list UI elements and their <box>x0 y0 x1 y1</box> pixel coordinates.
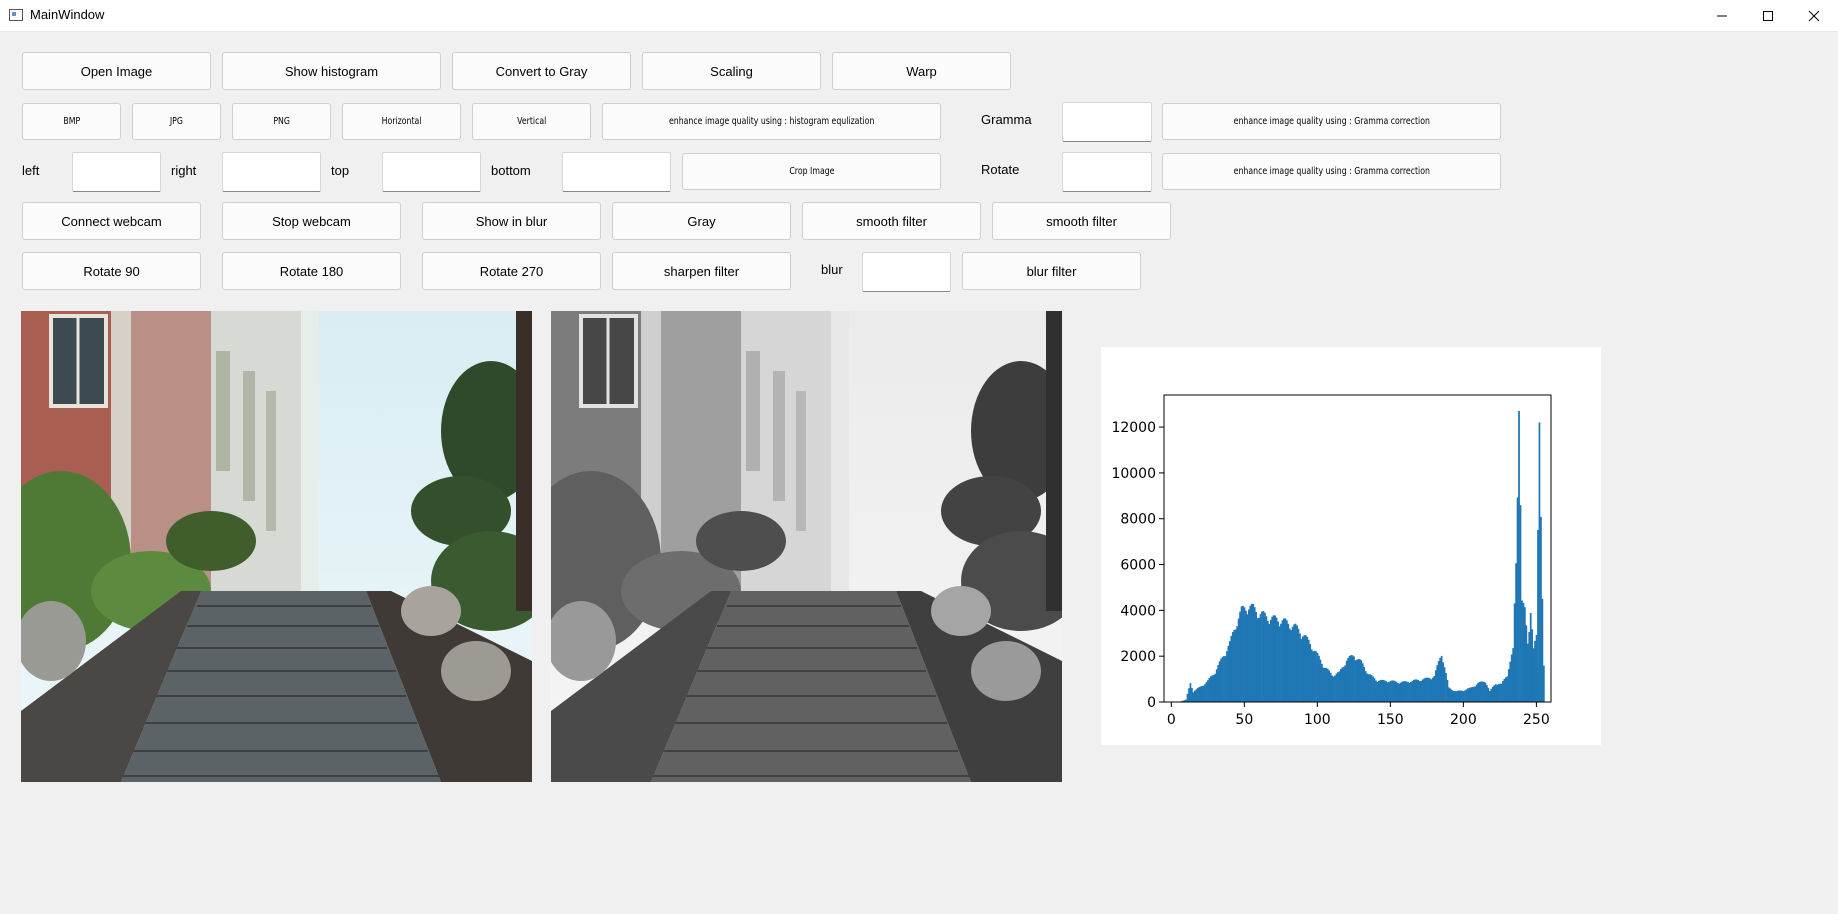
maximize-icon <box>1763 10 1773 21</box>
minimize-button[interactable] <box>1699 0 1745 31</box>
blur-label: blur <box>821 262 843 277</box>
jpg-label: JPG <box>169 116 184 127</box>
crop-bottom-input[interactable] <box>562 152 671 192</box>
gray-button[interactable]: Gray <box>612 202 791 240</box>
y-tick-label: 8000 <box>1120 512 1156 528</box>
open-image-button[interactable]: Open Image <box>22 52 211 90</box>
warp-button[interactable]: Warp <box>832 52 1011 90</box>
histogram-bar <box>1542 665 1545 702</box>
rotate-label: Rotate <box>981 162 1020 177</box>
y-tick-label: 6000 <box>1120 558 1156 574</box>
x-tick-label: 250 <box>1523 712 1550 728</box>
vertical-label: Vertical <box>516 116 547 127</box>
title-bar: MainWindow <box>0 0 1838 32</box>
x-tick-label: 0 <box>1167 712 1176 728</box>
maximize-button[interactable] <box>1745 0 1791 31</box>
y-tick-label: 2000 <box>1120 649 1156 665</box>
rotate-270-button[interactable]: Rotate 270 <box>422 252 601 290</box>
left-label: left <box>22 163 40 178</box>
blur-filter-button[interactable]: blur filter <box>962 252 1141 290</box>
x-tick-label: 50 <box>1235 712 1253 728</box>
convert-gray-button[interactable]: Convert to Gray <box>452 52 631 90</box>
save-bmp-button[interactable]: BMP <box>22 103 121 140</box>
sharpen-filter-button[interactable]: sharpen filter <box>612 252 791 290</box>
rotate-180-button[interactable]: Rotate 180 <box>222 252 401 290</box>
smooth-filter-button-2[interactable]: smooth filter <box>992 202 1171 240</box>
y-tick-label: 10000 <box>1111 466 1156 482</box>
show-blur-button[interactable]: Show in blur <box>422 202 601 240</box>
bmp-label: BMP <box>63 116 80 127</box>
processed-image <box>551 311 1062 782</box>
scaling-button[interactable]: Scaling <box>642 52 821 90</box>
app-icon <box>9 9 23 21</box>
gamma-correction-label: enhance image quality using : Gramma cor… <box>1233 116 1430 127</box>
x-tick-label: 150 <box>1377 712 1404 728</box>
save-png-button[interactable]: PNG <box>232 103 331 140</box>
gamma-input[interactable] <box>1062 102 1152 142</box>
stop-webcam-button[interactable]: Stop webcam <box>222 202 401 240</box>
histogram-chart: 0 2000 4000 6000 8000 10000 12000 0 50 100 150 200… <box>1101 347 1601 745</box>
histogram-equalization-button[interactable]: enhance image quality using : histogram … <box>602 103 941 140</box>
show-histogram-button[interactable]: Show histogram <box>222 52 441 90</box>
y-tick-label: 0 <box>1147 695 1156 711</box>
top-label: top <box>331 163 350 178</box>
x-tick-label: 100 <box>1304 712 1331 728</box>
rotate-input[interactable] <box>1062 152 1152 192</box>
crop-top-input[interactable] <box>382 152 481 192</box>
rotate-90-button[interactable]: Rotate 90 <box>22 252 201 290</box>
histogram-svg: 0 2000 4000 6000 8000 10000 12000 0 50 100 150 200… <box>1111 394 1552 728</box>
close-icon <box>1808 10 1820 21</box>
crop-image-label: Crop Image <box>788 166 835 177</box>
crop-left-input[interactable] <box>72 152 161 192</box>
right-label: right <box>171 163 197 178</box>
save-jpg-button[interactable]: JPG <box>132 103 221 140</box>
hist-eq-label: enhance image quality using : histogram … <box>668 116 875 127</box>
gamma-label: Gramma <box>981 112 1032 127</box>
minimize-icon <box>1717 15 1727 16</box>
window-title: MainWindow <box>30 7 105 22</box>
smooth-filter-button-1[interactable]: smooth filter <box>802 202 981 240</box>
blur-input[interactable] <box>862 252 951 292</box>
rotate-correction-label: enhance image quality using : Gramma cor… <box>1233 166 1430 177</box>
flip-vertical-button[interactable]: Vertical <box>472 103 591 140</box>
x-tick-label: 200 <box>1450 712 1477 728</box>
bottom-label: bottom <box>491 163 531 178</box>
png-label: PNG <box>273 116 290 127</box>
connect-webcam-button[interactable]: Connect webcam <box>22 202 201 240</box>
horizontal-label: Horizontal <box>381 116 422 127</box>
flip-horizontal-button[interactable]: Horizontal <box>342 103 461 140</box>
gamma-correction-button[interactable]: enhance image quality using : Gramma cor… <box>1162 103 1501 140</box>
crop-image-button[interactable]: Crop Image <box>682 153 941 190</box>
close-button[interactable] <box>1791 0 1837 31</box>
original-image <box>21 311 532 782</box>
rotate-correction-button[interactable]: enhance image quality using : Gramma cor… <box>1162 153 1501 190</box>
y-tick-label: 4000 <box>1120 603 1156 619</box>
crop-right-input[interactable] <box>222 152 321 192</box>
y-tick-label: 12000 <box>1111 420 1156 436</box>
